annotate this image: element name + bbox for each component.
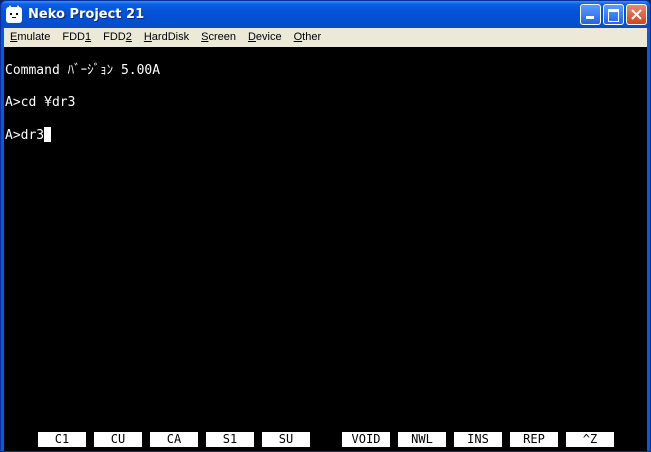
- command-prompt-input: A>dr3: [5, 128, 45, 143]
- menu-label-prefix: FDD: [103, 31, 126, 43]
- maximize-button[interactable]: [603, 4, 624, 25]
- menu-mnemonic: O: [293, 31, 303, 43]
- fkey-nwl[interactable]: NWL: [398, 432, 446, 447]
- menu-label-prefix: FDD: [62, 31, 85, 43]
- fkey-void[interactable]: VOID: [342, 432, 390, 447]
- text-cursor: [44, 127, 52, 142]
- title-bar[interactable]: Neko Project 21: [1, 1, 650, 28]
- console-line-2: A>cd ¥dr3: [5, 95, 76, 110]
- menu-other[interactable]: Other: [288, 28, 328, 47]
- function-key-bar: C1 CU CA S1 SU VOID NWL INS REP ^Z: [38, 432, 618, 447]
- emulator-screen[interactable]: Command ﾊﾞｰｼﾞｮﾝ 5.00A A>cd ¥dr3 A>dr3 C1…: [4, 47, 647, 451]
- menu-mnemonic: D: [247, 31, 256, 43]
- menu-label-suffix: evice: [255, 31, 282, 43]
- menu-label-suffix: ther: [302, 31, 322, 43]
- window-controls: [580, 4, 647, 25]
- console-line-1: Command ﾊﾞｰｼﾞｮﾝ 5.00A: [5, 63, 161, 78]
- window-title: Neko Project 21: [28, 7, 145, 22]
- fkey-ctrl-z[interactable]: ^Z: [566, 432, 614, 447]
- menu-screen[interactable]: Screen: [195, 28, 242, 47]
- fkey-cu[interactable]: CU: [94, 432, 142, 447]
- menu-mnemonic: 2: [125, 31, 132, 43]
- menu-label-suffix: ardDisk: [151, 31, 190, 43]
- menu-bar: Emulate FDD1 FDD2 HardDisk Screen Device Other: [4, 28, 647, 47]
- menu-fdd2[interactable]: FDD2: [97, 28, 138, 47]
- menu-fdd1[interactable]: FDD1: [56, 28, 97, 47]
- close-button[interactable]: [626, 4, 647, 25]
- app-window: Neko Project 21 Emulate FDD1 FDD2 HardDisk S…: [0, 0, 651, 452]
- menu-device[interactable]: Device: [242, 28, 288, 47]
- fkey-c1[interactable]: C1: [38, 432, 86, 447]
- fkey-su[interactable]: SU: [262, 432, 310, 447]
- cat-icon[interactable]: [6, 4, 22, 23]
- fkey-ins[interactable]: INS: [454, 432, 502, 447]
- menu-harddisk[interactable]: HardDisk: [138, 28, 195, 47]
- fkey-ca[interactable]: CA: [150, 432, 198, 447]
- menu-mnemonic: H: [143, 31, 152, 43]
- menu-mnemonic: 1: [84, 31, 92, 43]
- close-icon: [631, 9, 642, 20]
- window-frame-right: [647, 28, 650, 451]
- fkey-s1[interactable]: S1: [206, 432, 254, 447]
- menu-label-suffix: mulate: [17, 31, 51, 43]
- console-line-3: A>dr3: [5, 127, 52, 144]
- menu-emulate[interactable]: Emulate: [4, 28, 56, 47]
- fkey-rep[interactable]: REP: [510, 432, 558, 447]
- minimize-button[interactable]: [580, 4, 601, 25]
- menu-label-suffix: creen: [208, 31, 236, 43]
